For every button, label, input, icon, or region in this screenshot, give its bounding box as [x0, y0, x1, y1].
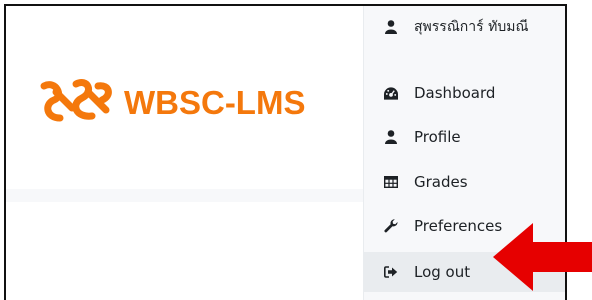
site-header: WBSC-LMS — [6, 6, 367, 190]
menu-item-label: Dashboard — [414, 84, 496, 102]
site-logo[interactable]: WBSC-LMS — [36, 78, 305, 126]
user-icon — [384, 130, 398, 144]
menu-item-label: Log out — [414, 263, 471, 281]
menu-item-label: Grades — [414, 173, 468, 191]
grid-table-icon — [384, 175, 398, 189]
dashboard-icon — [384, 86, 398, 100]
menu-item-grades[interactable]: Grades — [364, 162, 565, 202]
menu-item-dashboard[interactable]: Dashboard — [364, 73, 565, 113]
logo-text: WBSC-LMS — [124, 83, 306, 121]
header-shadow-band — [6, 189, 367, 202]
sign-out-icon — [384, 265, 398, 279]
red-arrow-annotation — [493, 223, 592, 291]
user-icon — [384, 20, 398, 34]
browser-frame: WBSC-LMS สุพรรณิการ์ ทับมณี Dashboard Pr… — [4, 4, 567, 300]
menu-item-username[interactable]: สุพรรณิการ์ ทับมณี — [364, 7, 565, 47]
logo-emblem-icon — [40, 79, 112, 122]
wrench-icon — [384, 219, 398, 233]
username-label: สุพรรณิการ์ ทับมณี — [414, 19, 529, 35]
menu-item-label: Preferences — [414, 217, 503, 235]
menu-item-profile[interactable]: Profile — [364, 117, 565, 157]
menu-item-label: Profile — [414, 128, 461, 146]
